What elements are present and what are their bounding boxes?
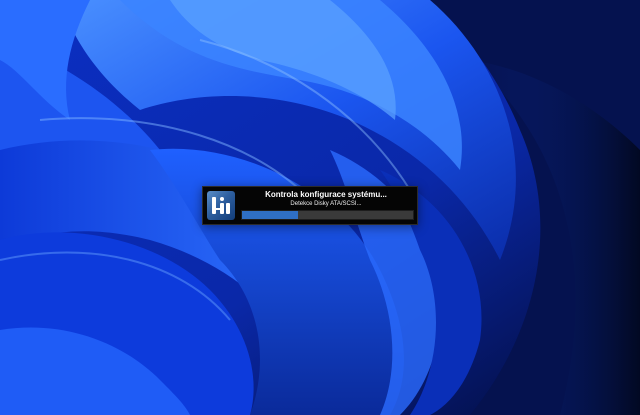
splash-status-text: Detekce Disky ATA/SCSI... (290, 201, 362, 207)
splash-title: Kontrola konfigurace systému... (265, 190, 387, 199)
desktop: Kontrola konfigurace systému... Detekce … (0, 0, 640, 415)
progress-bar (241, 210, 414, 220)
startup-splash-window: Kontrola konfigurace systému... Detekce … (202, 186, 418, 225)
app-logo-icon (207, 191, 235, 220)
progress-bar-fill (242, 211, 299, 219)
